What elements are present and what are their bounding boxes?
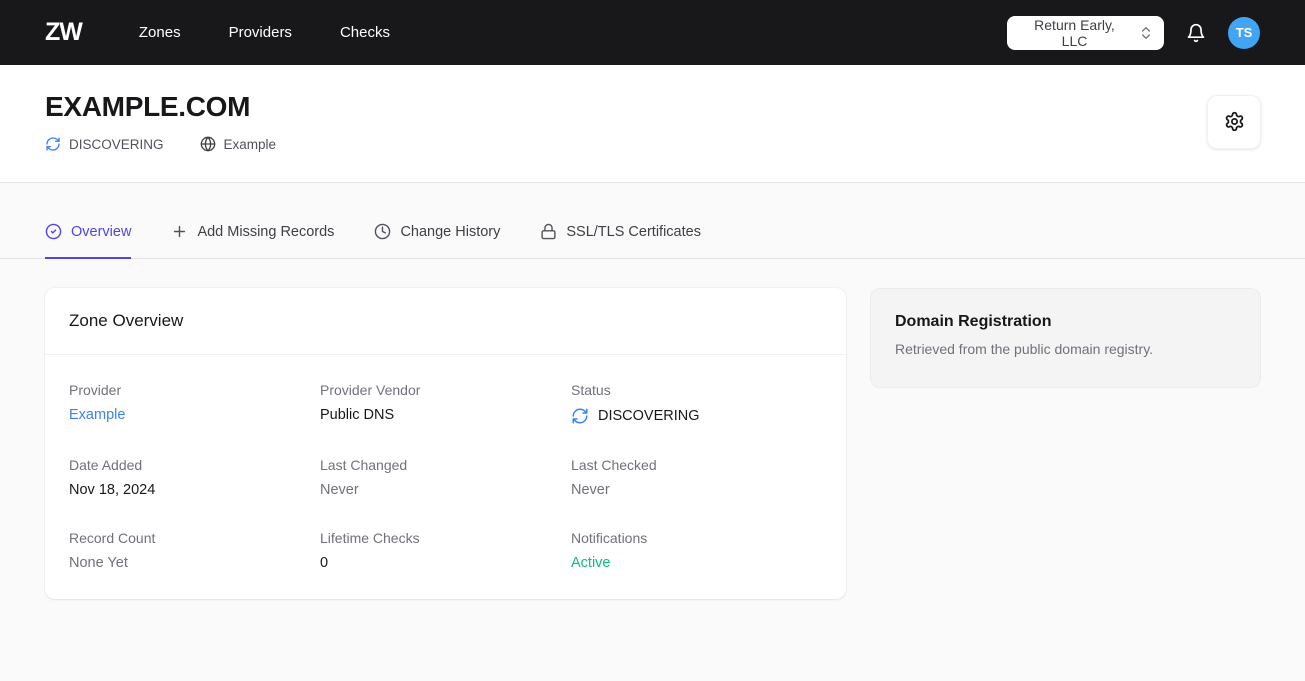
organization-name: Return Early, LLC xyxy=(1034,16,1115,49)
nav-item-zones[interactable]: Zones xyxy=(139,24,181,41)
zone-header: EXAMPLE.COM DISCOVERING Example xyxy=(0,65,1305,183)
field-provider-vendor-label: Provider Vendor xyxy=(320,382,421,398)
zone-settings-button[interactable] xyxy=(1207,94,1261,149)
field-date-added-label: Date Added xyxy=(69,457,143,473)
field-provider-vendor: Provider Vendor Public DNS xyxy=(320,382,571,425)
zone-provider-label: Example xyxy=(223,136,277,152)
tab-change-history[interactable]: Change History xyxy=(374,223,500,259)
zone-status: DISCOVERING xyxy=(45,136,164,152)
field-last-changed-label: Last Changed xyxy=(320,457,408,473)
organization-selector[interactable]: Return Early, LLC xyxy=(1007,15,1164,50)
field-lifetime-checks: Lifetime Checks 0 xyxy=(320,530,571,571)
field-lifetime-checks-label: Lifetime Checks xyxy=(320,530,420,546)
field-last-changed: Last Changed Never xyxy=(320,457,571,498)
zone-overview-card-header: Zone Overview xyxy=(45,288,846,355)
clock-icon xyxy=(374,223,391,240)
bell-icon xyxy=(1186,23,1206,43)
field-provider-label: Provider xyxy=(69,382,122,398)
field-status-text: DISCOVERING xyxy=(598,408,700,424)
field-record-count-label: Record Count xyxy=(69,530,156,546)
tab-change-history-label: Change History xyxy=(400,223,501,240)
tab-overview[interactable]: Overview xyxy=(45,223,132,259)
provider-link[interactable]: Example xyxy=(69,407,320,423)
navbar-right: Return Early, LLC TS xyxy=(1007,15,1260,50)
field-last-checked-value: Never xyxy=(571,482,610,498)
top-navbar: ZW Zones Providers Checks Return Early, … xyxy=(0,0,1305,65)
field-last-changed-value: Never xyxy=(320,482,359,498)
gear-icon xyxy=(1224,111,1245,132)
nav-item-providers[interactable]: Providers xyxy=(229,24,292,41)
chevrons-up-down-icon xyxy=(1138,25,1154,41)
field-status-value: DISCOVERING xyxy=(571,407,822,425)
field-record-count: Record Count None Yet xyxy=(69,530,320,571)
field-last-checked: Last Checked Never xyxy=(571,457,822,498)
field-notifications-value: Active xyxy=(571,555,611,571)
field-date-added-value: Nov 18, 2024 xyxy=(69,482,156,498)
zone-meta-row: DISCOVERING Example xyxy=(45,136,276,152)
zone-overview-fields: Provider Example Provider Vendor Public … xyxy=(45,355,846,599)
main-content: Zone Overview Provider Example Provider … xyxy=(0,259,1305,659)
field-provider: Provider Example xyxy=(69,382,320,425)
zone-header-info: EXAMPLE.COM DISCOVERING Example xyxy=(45,91,276,152)
field-provider-vendor-value: Public DNS xyxy=(320,407,395,423)
check-circle-icon xyxy=(45,223,62,240)
nav-item-checks[interactable]: Checks xyxy=(340,24,390,41)
app-logo[interactable]: ZW xyxy=(45,18,83,47)
field-date-added: Date Added Nov 18, 2024 xyxy=(69,457,320,498)
domain-registration-card: Domain Registration Retrieved from the p… xyxy=(870,288,1261,388)
domain-registration-description: Retrieved from the public domain registr… xyxy=(895,341,1154,357)
main-nav: Zones Providers Checks xyxy=(139,24,390,41)
tab-add-missing-records-label: Add Missing Records xyxy=(197,223,335,240)
tab-ssl-tls-certificates[interactable]: SSL/TLS Certificates xyxy=(540,223,701,259)
field-notifications: Notifications Active xyxy=(571,530,822,571)
field-status-label: Status xyxy=(571,382,611,398)
lock-icon xyxy=(540,223,557,240)
user-avatar[interactable]: TS xyxy=(1228,16,1260,49)
field-notifications-label: Notifications xyxy=(571,530,648,546)
notifications-bell-button[interactable] xyxy=(1186,23,1206,43)
zone-status-label: DISCOVERING xyxy=(69,136,164,152)
navbar-left: ZW Zones Providers Checks xyxy=(45,18,390,47)
tab-ssl-tls-certificates-label: SSL/TLS Certificates xyxy=(566,223,701,240)
page-title: EXAMPLE.COM xyxy=(45,91,251,122)
sync-icon xyxy=(571,407,589,425)
zone-provider: Example xyxy=(200,136,277,152)
domain-registration-title: Domain Registration xyxy=(895,313,1052,330)
field-status: Status DISCOVERING xyxy=(571,382,822,425)
field-lifetime-checks-value: 0 xyxy=(320,555,329,571)
sync-icon xyxy=(45,136,61,152)
field-record-count-value: None Yet xyxy=(69,555,128,571)
tab-overview-label: Overview xyxy=(71,223,132,240)
globe-icon xyxy=(200,136,216,152)
zone-overview-card: Zone Overview Provider Example Provider … xyxy=(45,288,846,599)
tab-add-missing-records[interactable]: Add Missing Records xyxy=(171,223,334,259)
tab-bar: Overview Add Missing Records Change Hist… xyxy=(0,183,1305,259)
plus-icon xyxy=(171,223,188,240)
field-last-checked-label: Last Checked xyxy=(571,457,657,473)
zone-overview-title: Zone Overview xyxy=(69,311,184,330)
